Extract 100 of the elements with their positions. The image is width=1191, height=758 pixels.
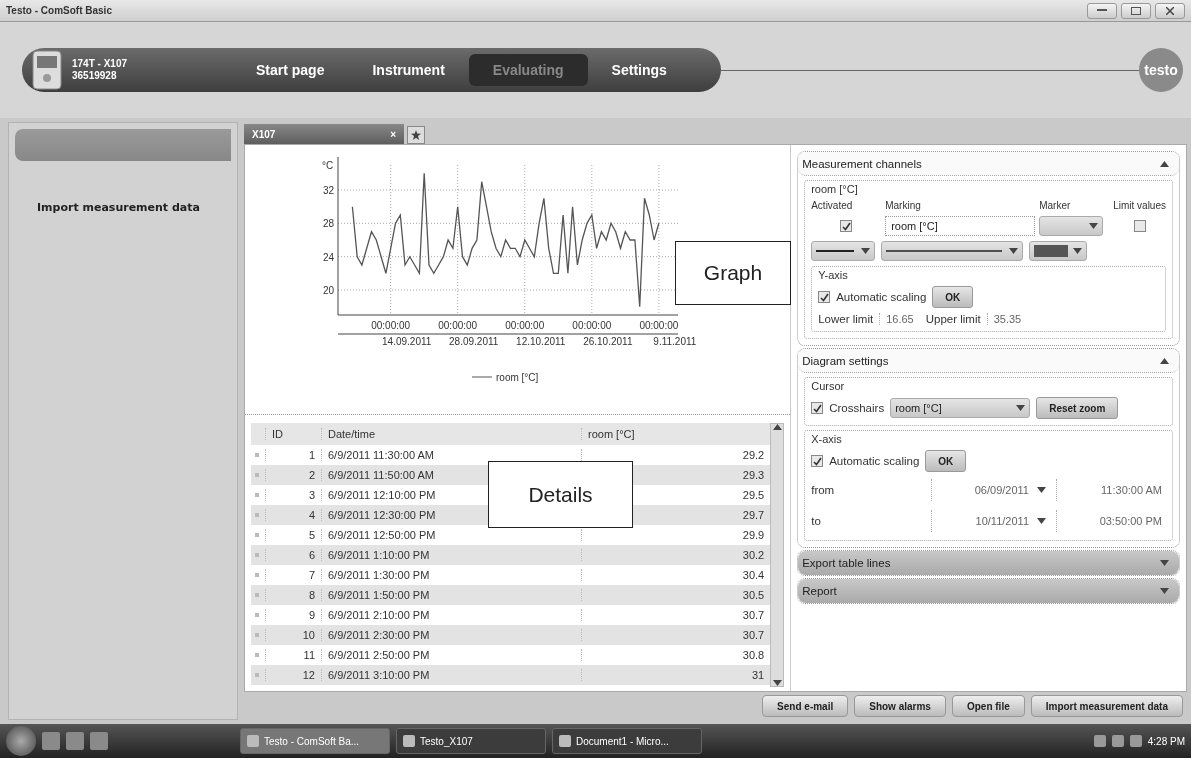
expand-icon <box>1037 487 1046 493</box>
time-field[interactable]: 03:50:00 PM <box>1056 510 1166 532</box>
panel-header[interactable]: Diagram settings <box>798 349 1179 373</box>
table-cell: 6/9/2011 2:50:00 PM <box>321 649 581 661</box>
checkbox[interactable] <box>1133 220 1146 232</box>
table-cell: 6/9/2011 2:10:00 PM <box>321 609 581 621</box>
ok-button[interactable]: OK <box>925 450 967 472</box>
expand-icon <box>1016 405 1026 411</box>
expand-icon <box>1009 248 1019 254</box>
panel-header[interactable]: Report <box>798 579 1179 603</box>
table-cell: 1 <box>265 449 321 461</box>
tray-icon[interactable] <box>1093 735 1106 747</box>
checkbox[interactable] <box>840 220 853 232</box>
minimize-button[interactable] <box>1087 2 1117 19</box>
maximize-button[interactable] <box>1121 2 1151 19</box>
date-label: 26.10.2011 <box>582 336 633 347</box>
tick-label: 24 <box>322 251 334 263</box>
nav-tab[interactable]: Evaluating <box>468 54 588 86</box>
marker-dropdown[interactable] <box>1039 216 1104 236</box>
collapse-icon <box>772 424 782 430</box>
date-field[interactable]: 06/09/2011 <box>931 479 1056 501</box>
taskbar-item[interactable]: Testo_X107 <box>396 728 546 754</box>
checkbox[interactable] <box>811 402 824 414</box>
date-label: 28.09.2011 <box>448 336 498 347</box>
action-button[interactable]: Import measurement data <box>1030 695 1183 717</box>
expand-icon <box>861 248 871 254</box>
nav-tab[interactable]: Instrument <box>348 54 469 86</box>
clock: 4:28 PM <box>1147 735 1185 747</box>
tick-label: 00:00:00 <box>437 320 477 331</box>
sidebar-item[interactable]: Import measurement data <box>37 201 237 214</box>
row-marker <box>255 453 259 457</box>
row-marker <box>255 613 259 617</box>
color-swatch-icon <box>1034 245 1069 257</box>
checkbox-label: Crosshairs <box>829 402 885 414</box>
document-tab[interactable]: X107 × <box>244 124 404 144</box>
table-cell: 4 <box>265 509 321 521</box>
table-cell: 12 <box>265 669 321 681</box>
column-header[interactable]: Date/time <box>321 428 581 440</box>
tray-icon[interactable] <box>1129 735 1142 747</box>
ok-button[interactable]: OK <box>932 286 974 308</box>
upper-limit-field[interactable]: 35.35 <box>986 313 1028 325</box>
row-marker <box>255 533 259 537</box>
reset-zoom-button[interactable]: Reset zoom <box>1036 397 1119 419</box>
channel-dropdown[interactable]: room [°C] <box>890 398 1031 418</box>
table-cell: 10 <box>265 629 321 641</box>
field-label: Lower limit <box>818 313 874 325</box>
column-header[interactable]: ID <box>265 428 321 440</box>
taskbar-item[interactable]: Testo - ComSoft Ba... <box>240 728 390 754</box>
expand-icon <box>1037 518 1046 524</box>
line-style-dropdown[interactable] <box>881 241 1024 261</box>
table-cell: 6/9/2011 2:30:00 PM <box>321 629 581 641</box>
maximize-icon <box>1131 6 1141 15</box>
close-tab-glyph[interactable]: × <box>390 128 396 140</box>
tick-label: 00:00:00 <box>370 320 410 331</box>
table-cell: 3 <box>265 489 321 501</box>
time-field[interactable]: 11:30:00 AM <box>1056 479 1166 501</box>
callout-label: Details <box>488 461 633 528</box>
close-button[interactable] <box>1155 2 1185 19</box>
lower-limit-field[interactable]: 16.65 <box>879 313 920 325</box>
group-title: Cursor <box>811 380 846 392</box>
legend-label: room [°C] <box>495 372 538 383</box>
group-title: room [°C] <box>811 183 859 195</box>
new-tab-button[interactable] <box>407 126 425 144</box>
panel-header[interactable]: Measurement channels <box>798 152 1179 176</box>
nav-tab[interactable]: Settings <box>587 54 691 86</box>
marking-field[interactable]: room [°C] <box>885 216 1036 236</box>
checkbox[interactable] <box>811 455 824 467</box>
checkbox[interactable] <box>818 291 831 303</box>
column-label: Marking <box>885 200 922 211</box>
action-button[interactable]: Show alarms <box>854 695 946 717</box>
action-button[interactable]: Open file <box>951 695 1025 717</box>
line-width-dropdown[interactable] <box>811 241 876 261</box>
table-cell: 6/9/2011 3:10:00 PM <box>321 669 581 681</box>
field-label: to <box>811 515 822 527</box>
taskbar-item[interactable]: Document1 - Micro... <box>552 728 702 754</box>
group-title: Y-axis <box>818 269 849 281</box>
scrollbar[interactable] <box>770 423 785 687</box>
nav-tab[interactable]: Start page <box>232 54 349 86</box>
panel-header[interactable]: Export table lines <box>798 551 1179 575</box>
device-serial: 36519928 <box>72 70 118 82</box>
row-marker <box>255 553 259 557</box>
row-marker <box>255 593 259 597</box>
tray-icon[interactable] <box>1111 735 1124 747</box>
tick-label: 00:00:00 <box>571 320 611 331</box>
line-sample-icon <box>886 249 1003 253</box>
window-title: Testo - ComSoft Basic <box>6 5 112 16</box>
column-label: Marker <box>1039 200 1072 211</box>
table-cell: 2 <box>265 469 321 481</box>
expand-icon <box>1089 223 1099 229</box>
table-cell: 11 <box>265 649 321 661</box>
checkbox-label: Automatic scaling <box>836 291 927 303</box>
row-marker <box>255 653 259 657</box>
date-field[interactable]: 10/11/2011 <box>931 510 1056 532</box>
color-dropdown[interactable] <box>1029 241 1088 261</box>
start-button[interactable] <box>6 726 36 756</box>
action-button[interactable]: Send e-mail <box>762 695 849 717</box>
axis-unit: °C <box>321 160 333 171</box>
expand-icon <box>772 680 782 686</box>
tick-label: 00:00:00 <box>504 320 544 331</box>
app-icon <box>559 735 571 747</box>
